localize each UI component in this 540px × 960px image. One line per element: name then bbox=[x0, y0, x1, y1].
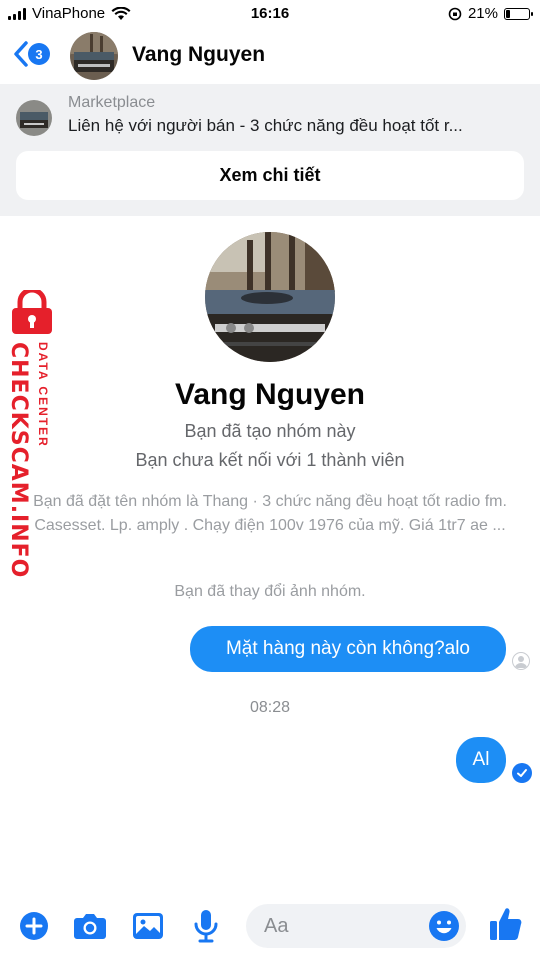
listing-thumbnail[interactable] bbox=[16, 100, 52, 136]
group-created-text: Bạn đã tạo nhóm này bbox=[184, 421, 356, 441]
marketplace-label: Marketplace bbox=[68, 94, 156, 111]
sent-check-icon bbox=[512, 763, 532, 783]
turntable-photo-icon bbox=[16, 100, 52, 136]
chat-title[interactable]: Vang Nguyen bbox=[132, 43, 265, 67]
turntable-photo-icon bbox=[205, 232, 335, 362]
orientation-lock-icon bbox=[448, 7, 462, 20]
status-bar: VinaPhone 16:16 21% bbox=[0, 0, 540, 28]
user-icon bbox=[515, 656, 527, 668]
image-icon bbox=[133, 913, 163, 939]
battery-icon bbox=[504, 7, 533, 20]
listing-description: Liên hệ với người bán - 3 chức năng đều … bbox=[68, 116, 463, 135]
connection-status-text: Bạn chưa kết nối với 1 thành viên bbox=[135, 450, 405, 470]
message-input-box bbox=[246, 904, 466, 948]
photo-change-system-message: Bạn đã thay đổi ảnh nhóm. bbox=[174, 583, 366, 600]
emoji-icon bbox=[429, 911, 459, 941]
message-input[interactable] bbox=[264, 904, 424, 948]
camera-button[interactable] bbox=[72, 908, 108, 944]
camera-icon bbox=[74, 914, 106, 939]
profile-name: Vang Nguyen bbox=[174, 378, 366, 411]
marketplace-banner: Marketplace Liên hệ với người bán - 3 ch… bbox=[0, 84, 540, 216]
voice-button[interactable] bbox=[188, 908, 224, 944]
watermark: CHECKSCAM.INFO DATA CENTER bbox=[2, 290, 60, 578]
message-bubble[interactable]: Al bbox=[456, 737, 506, 783]
composer-bar bbox=[0, 896, 540, 960]
status-right: 21% bbox=[448, 5, 533, 22]
emoji-button[interactable] bbox=[428, 910, 460, 942]
message-bubble[interactable]: Mặt hàng này còn không?alo bbox=[190, 626, 506, 672]
view-details-button[interactable]: Xem chi tiết bbox=[16, 151, 524, 200]
avatar[interactable] bbox=[70, 32, 118, 80]
message-timestamp: 08:28 bbox=[249, 699, 291, 716]
lock-icon bbox=[12, 290, 52, 334]
turntable-photo-icon bbox=[70, 32, 118, 80]
like-button[interactable] bbox=[488, 906, 524, 942]
unread-badge: 3 bbox=[28, 43, 50, 65]
thumbs-up-icon bbox=[490, 908, 522, 940]
microphone-icon bbox=[194, 910, 218, 943]
rename-system-message: Bạn đã đặt tên nhóm là Thang · 3 chức nă… bbox=[33, 493, 507, 534]
gallery-button[interactable] bbox=[130, 908, 166, 944]
group-photo[interactable] bbox=[205, 232, 335, 362]
add-button[interactable] bbox=[16, 908, 52, 944]
chat-header: 3 Vang Nguyen bbox=[0, 28, 540, 84]
watermark-sub: DATA CENTER bbox=[36, 342, 50, 448]
battery-percent: 21% bbox=[467, 5, 498, 22]
battery-fill bbox=[506, 9, 510, 18]
back-button[interactable]: 3 bbox=[12, 40, 50, 68]
watermark-brand: CHECKSCAM.INFO bbox=[6, 342, 31, 579]
plus-circle-icon bbox=[20, 912, 48, 940]
seen-indicator bbox=[512, 652, 530, 670]
